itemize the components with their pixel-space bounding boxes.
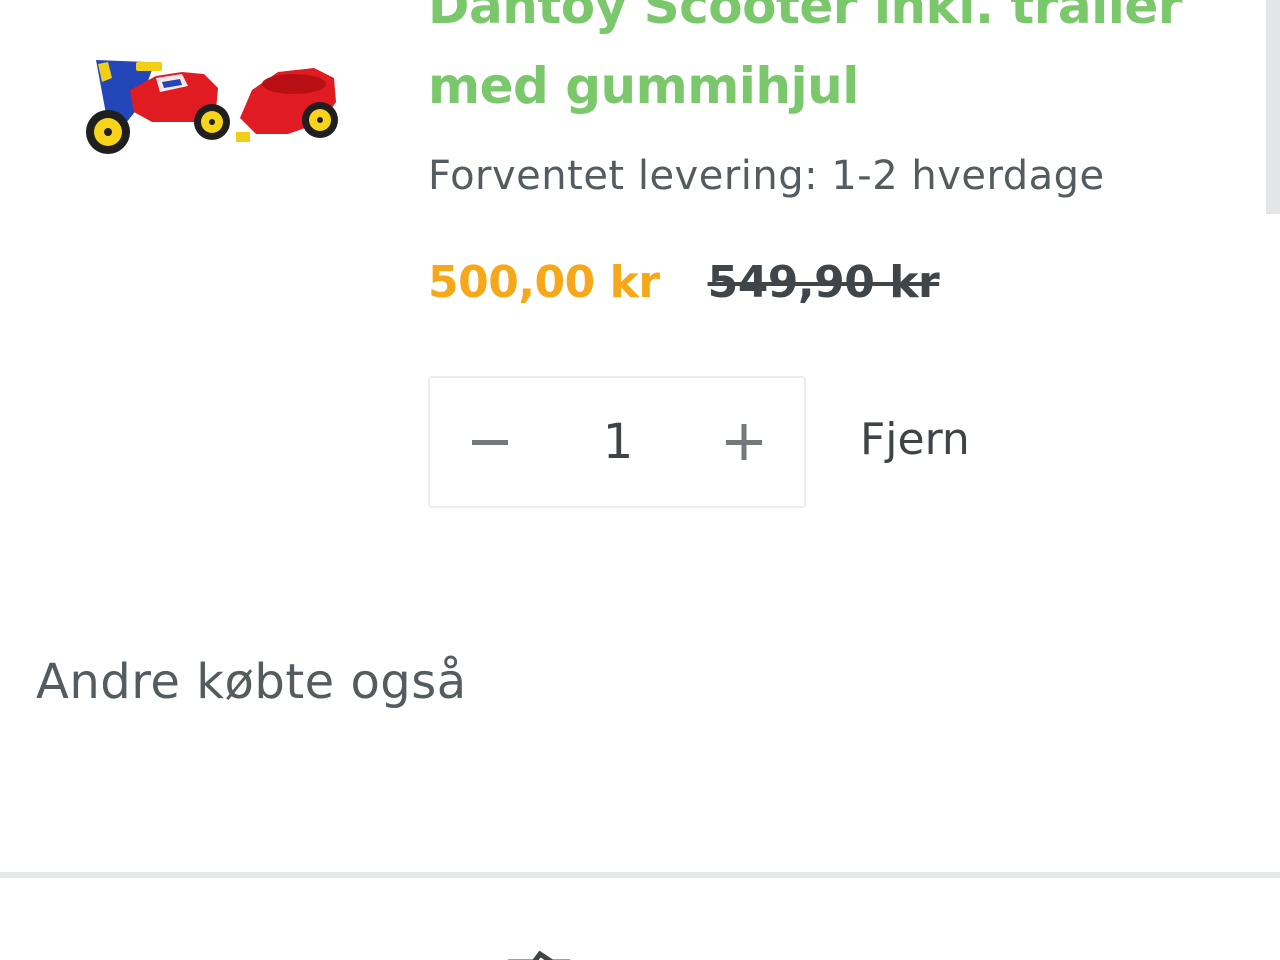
increase-quantity-button[interactable]: [684, 378, 804, 506]
remove-item-link[interactable]: Fjern: [860, 414, 970, 466]
quantity-value[interactable]: 1: [570, 414, 666, 470]
sale-price: 500,00 kr: [428, 256, 660, 308]
original-price: 549,90 kr: [707, 256, 940, 308]
plus-icon: [726, 424, 762, 460]
scooter-with-trailer-icon: [86, 60, 338, 154]
product-title[interactable]: Dantoy Scooter inkl. trailer med gummihj…: [428, 0, 1248, 126]
decrease-quantity-button[interactable]: [430, 378, 550, 506]
scrollbar[interactable]: [1266, 0, 1280, 214]
section-heading: Andre købte også: [36, 654, 467, 710]
quantity-stepper: 1: [428, 376, 806, 508]
product-image[interactable]: [78, 48, 346, 166]
delivery-estimate: Forventet levering: 1-2 hverdage: [428, 153, 1105, 199]
home-nav-button[interactable]: [500, 944, 580, 960]
bottom-navigation-bar: [0, 872, 1280, 960]
price-row: 500,00 kr 549,90 kr: [428, 254, 940, 310]
minus-icon: [472, 440, 508, 445]
cart-page: Dantoy Scooter inkl. trailer med gummihj…: [0, 0, 1280, 960]
home-icon: [508, 950, 570, 960]
